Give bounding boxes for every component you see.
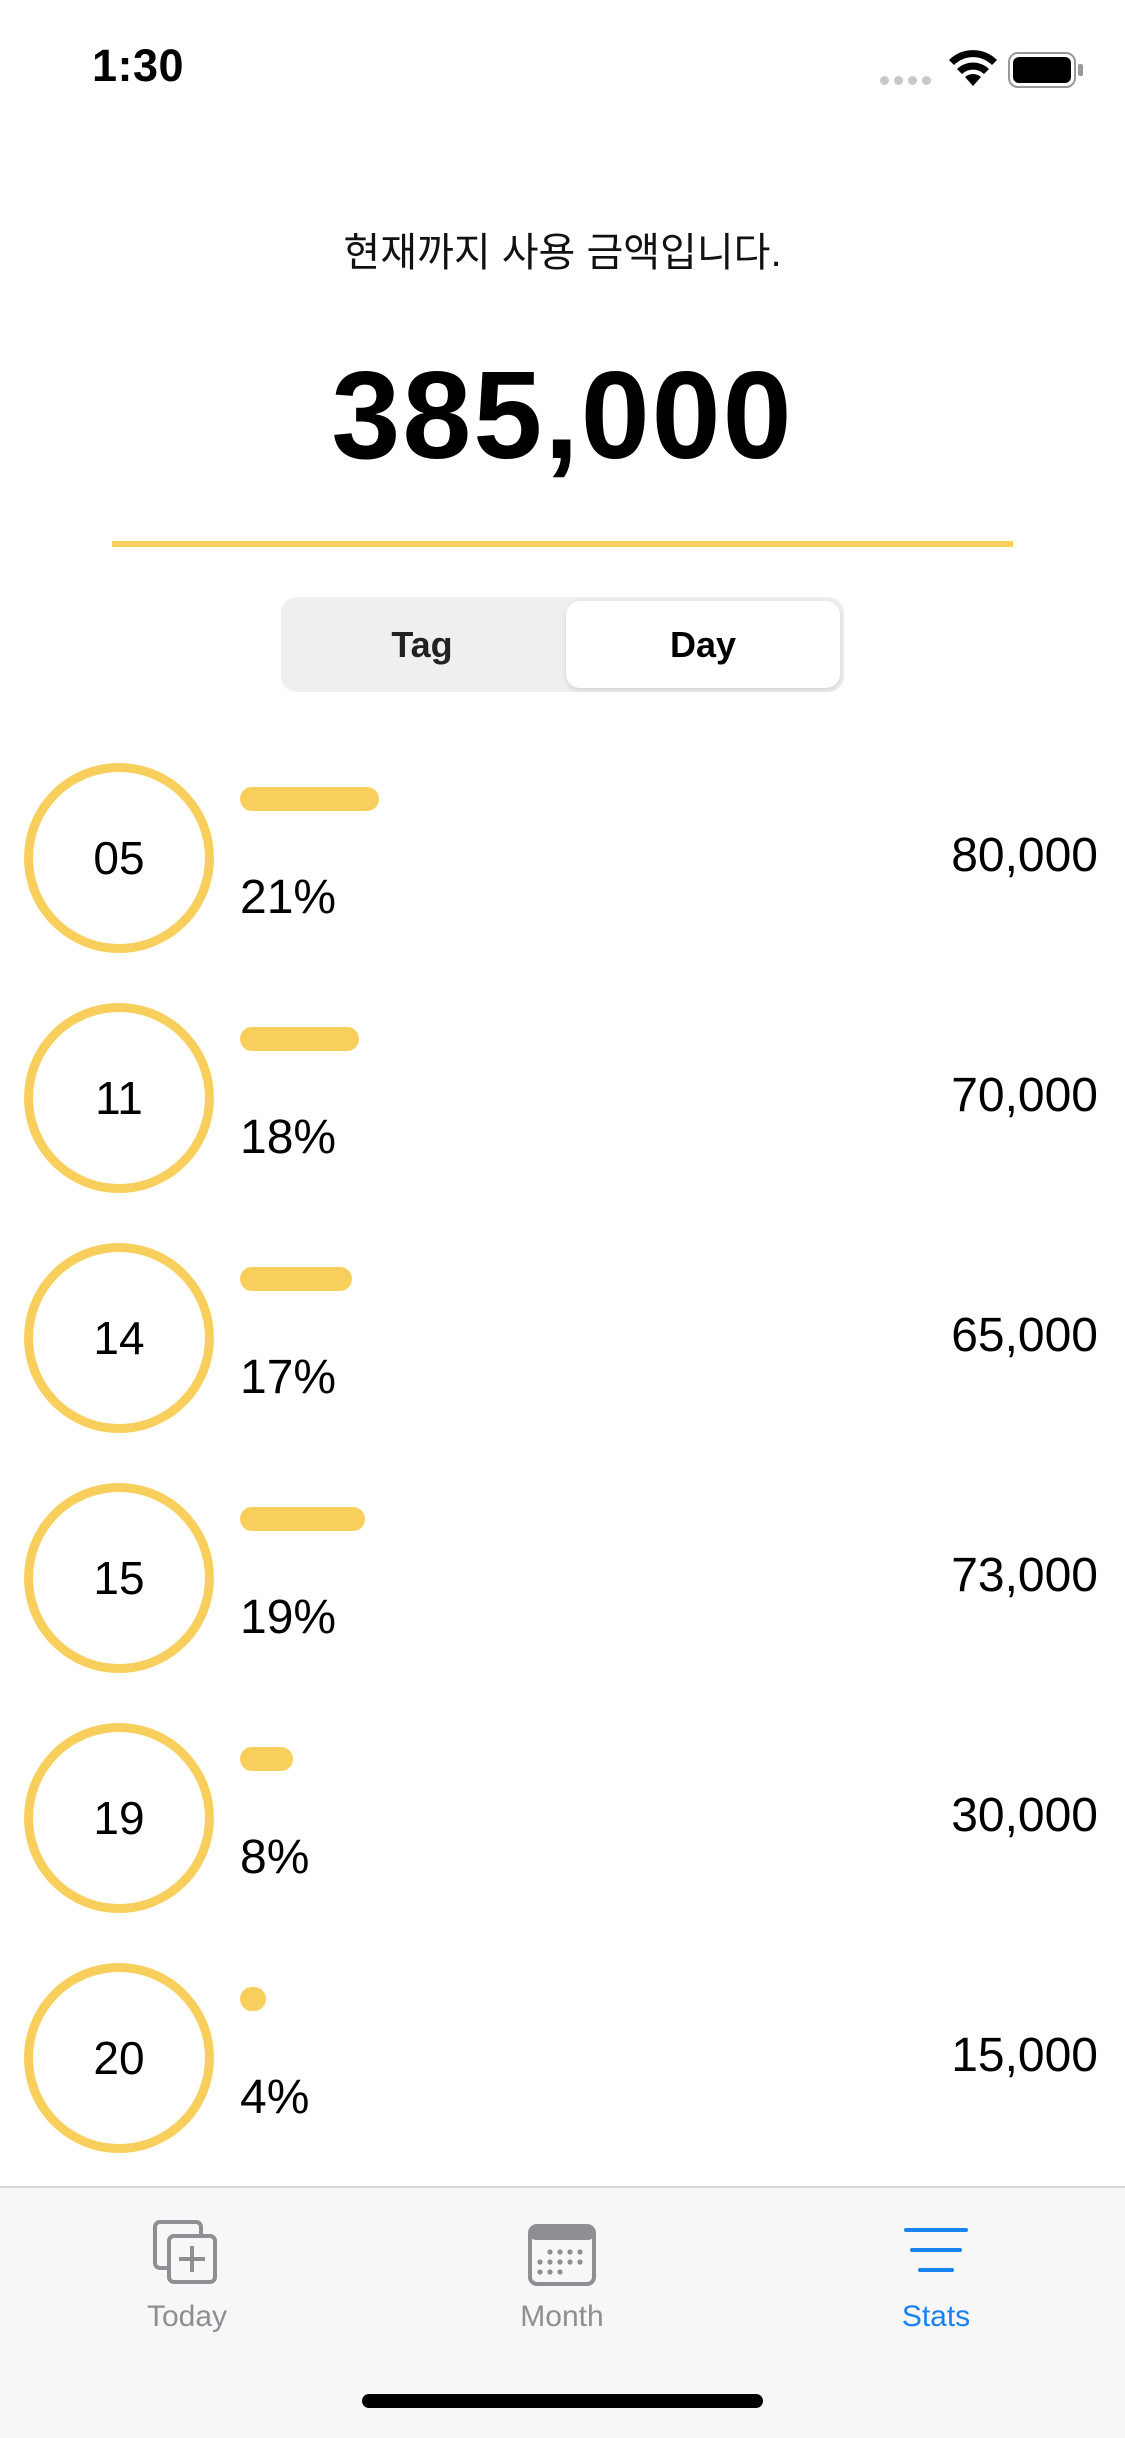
- lines-icon: [904, 2228, 968, 2272]
- status-time: 1:30: [92, 40, 185, 91]
- total-underline: [112, 541, 1013, 547]
- day-amount: 80,000: [951, 829, 1098, 882]
- day-amount: 30,000: [951, 1789, 1098, 1842]
- day-circle: 11: [24, 1003, 214, 1193]
- day-amount: 73,000: [951, 1549, 1098, 1602]
- share-percent: 21%: [240, 871, 337, 924]
- share-percent: 17%: [240, 1351, 337, 1404]
- segment-day[interactable]: Day: [566, 601, 840, 688]
- tab-label: Today: [146, 2300, 228, 2333]
- share-percent: 19%: [240, 1591, 337, 1644]
- cellular-signal-icon: [880, 76, 932, 86]
- day-circle: 19: [24, 1723, 214, 1913]
- tab-stats[interactable]: Stats: [836, 2216, 1036, 2346]
- share-percent: 4%: [240, 2071, 310, 2124]
- wifi-icon: [949, 50, 997, 86]
- calendar-icon: [528, 2224, 596, 2286]
- day-circle: 15: [24, 1483, 214, 1673]
- tab-label: Stats: [901, 2300, 971, 2333]
- status-bar: 1:30: [0, 0, 1125, 132]
- day-circle: 20: [24, 1963, 214, 2153]
- list-item[interactable]: 15 19% 73,000: [0, 1480, 1125, 1720]
- add-square-icon: [153, 2220, 217, 2284]
- share-bar: [240, 1507, 365, 1531]
- share-bar: [240, 787, 379, 811]
- list-item[interactable]: 11 18% 70,000: [0, 1000, 1125, 1240]
- tab-month[interactable]: Month: [462, 2216, 662, 2346]
- segment-tag[interactable]: Tag: [285, 601, 559, 688]
- day-amount: 15,000: [951, 2029, 1098, 2082]
- list-item[interactable]: 20 4% 15,000: [0, 1960, 1125, 2200]
- day-circle: 05: [24, 763, 214, 953]
- share-bar: [240, 1027, 359, 1051]
- day-amount: 70,000: [951, 1069, 1098, 1122]
- day-amount: 65,000: [951, 1309, 1098, 1362]
- list-item[interactable]: 19 8% 30,000: [0, 1720, 1125, 1960]
- page-subtitle: 현재까지 사용 금액입니다.: [343, 231, 782, 275]
- share-bar: [240, 1987, 266, 2011]
- share-bar: [240, 1747, 293, 1771]
- share-percent: 8%: [240, 1831, 310, 1884]
- home-indicator: [362, 2394, 763, 2408]
- share-percent: 18%: [240, 1111, 337, 1164]
- tab-today[interactable]: Today: [87, 2216, 287, 2346]
- day-circle: 14: [24, 1243, 214, 1433]
- list-item[interactable]: 14 17% 65,000: [0, 1240, 1125, 1480]
- battery-icon: [1008, 52, 1083, 88]
- total-amount: 385,000: [331, 347, 794, 485]
- view-segmented-control: Tag Day: [281, 597, 844, 692]
- list-item[interactable]: 05 21% 80,000: [0, 760, 1125, 1000]
- tab-label: Month: [520, 2300, 604, 2333]
- share-bar: [240, 1267, 352, 1291]
